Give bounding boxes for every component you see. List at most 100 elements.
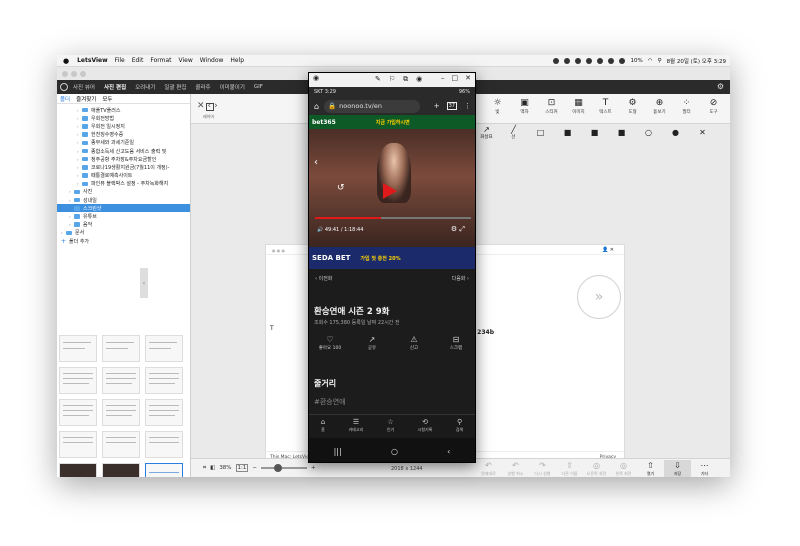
folder-item[interactable]: › 성내일 xyxy=(57,196,190,204)
bottom-action-button[interactable]: ⋯ 기타 xyxy=(691,460,718,477)
layer-copy-icon[interactable] xyxy=(206,103,214,111)
compare-icon[interactable]: ◧ xyxy=(210,465,215,471)
add-folder-item[interactable]: + 폴더 추가 xyxy=(57,237,190,245)
tool-filter[interactable]: ⁘ 필터 xyxy=(673,97,700,121)
minimize-window-icon[interactable] xyxy=(71,71,77,77)
settings-gear-icon[interactable]: ⚙ xyxy=(717,82,724,91)
tab-batch-edit[interactable]: 일괄 편집 xyxy=(164,83,186,91)
zoom-out-icon[interactable]: − xyxy=(252,465,257,471)
apple-icon[interactable]: ● xyxy=(63,57,69,65)
next-episode-link[interactable]: 다음화 › xyxy=(452,275,469,282)
tab-photo-edit[interactable]: 사진 편집 xyxy=(104,83,126,91)
zoom-slider[interactable] xyxy=(261,464,308,472)
record-icon[interactable]: ◉ xyxy=(416,75,422,84)
line-tool[interactable]: ╱ 선 xyxy=(500,125,527,140)
menu-format[interactable]: Format xyxy=(150,57,171,64)
video-controls-right[interactable]: ⚙ ⤢ xyxy=(451,225,465,234)
site-nav-item[interactable]: ⟲ 시청기록 xyxy=(418,415,433,438)
hashtag[interactable]: #환승연애 xyxy=(314,397,346,407)
zoom-window-icon[interactable] xyxy=(80,71,86,77)
video-back-icon[interactable]: ‹ xyxy=(314,157,318,168)
android-back-icon[interactable]: ‹ xyxy=(447,447,450,456)
close-window-icon[interactable] xyxy=(62,71,68,77)
minimize-icon[interactable]: – xyxy=(441,74,445,82)
tab-gif[interactable]: GIF xyxy=(254,84,263,90)
episode-action-button[interactable]: ⊟ 스크랩 xyxy=(441,335,471,351)
bottom-action-button[interactable]: ↷ 다시 실행 xyxy=(529,460,556,477)
folder-item[interactable]: › 유튜브 xyxy=(57,212,190,220)
screenshot-icon[interactable]: ⧉ xyxy=(403,75,408,84)
menu-file[interactable]: File xyxy=(115,57,125,64)
zoom-in-icon[interactable]: + xyxy=(311,465,316,471)
video-progress-bar[interactable] xyxy=(315,217,471,219)
search-icon[interactable]: ⚲ xyxy=(658,58,662,64)
folder-item[interactable]: › 코로나19생활지원금(7월11이 개정)- xyxy=(57,163,190,171)
tray-bluetooth-icon[interactable] xyxy=(619,58,626,64)
thumbnail[interactable] xyxy=(102,399,140,426)
tray-app-icon[interactable] xyxy=(553,58,560,64)
episode-action-button[interactable]: ⚠ 신고 xyxy=(399,335,429,351)
folder-item[interactable]: › 종합소득세 신고도움 서비스 출력 및 xyxy=(57,147,190,155)
video-player[interactable]: ‹ ↺ 🔊 49:41 / 1:18:44 ⚙ ⤢ xyxy=(309,129,475,247)
thumbnail[interactable] xyxy=(59,463,97,477)
rounded-square-icon[interactable]: ■ xyxy=(581,125,608,139)
close-shapes-icon[interactable]: ✕ xyxy=(689,125,716,139)
tab-collage[interactable]: 콜라주 xyxy=(195,83,210,91)
folder-item[interactable]: › 우회전 일시정지 xyxy=(57,122,190,130)
browser-menu-icon[interactable]: ⋮ xyxy=(464,102,471,110)
pen-icon[interactable]: ✎ xyxy=(375,75,381,84)
thumbnail-selected[interactable] xyxy=(145,463,183,477)
thumbnail[interactable] xyxy=(102,367,140,394)
folder-item[interactable]: › 음악 xyxy=(57,221,190,229)
rounded-square-filled-icon[interactable]: ■ xyxy=(608,125,635,139)
thumbnail[interactable] xyxy=(102,431,140,458)
zoom-slider-knob[interactable] xyxy=(274,464,283,472)
thumbnail[interactable] xyxy=(59,431,97,458)
folder-item[interactable]: › 헌천징수영수증 xyxy=(57,131,190,139)
banner-ad-bottom[interactable]: SEDA BET 가입 첫 충전 20% xyxy=(309,247,475,269)
sidebar-tab-all[interactable]: 모두 xyxy=(102,95,112,103)
episode-action-button[interactable]: ♡ 좋아요 100 xyxy=(315,335,345,351)
menu-help[interactable]: Help xyxy=(230,57,244,64)
play-icon[interactable] xyxy=(383,183,397,199)
close-icon[interactable]: ✕ xyxy=(465,74,471,82)
pin-icon[interactable]: ⚐ xyxy=(389,75,395,84)
tab-count[interactable]: 37 xyxy=(446,102,457,110)
bottom-action-button[interactable]: ⇩ 저장 xyxy=(664,460,691,477)
thumbnail[interactable] xyxy=(59,399,97,426)
tool-tools[interactable]: ⊘ 도구 xyxy=(700,97,727,121)
banner-ad-top[interactable]: bet365 지금 가입하시면 xyxy=(309,115,475,129)
arrow-tool[interactable]: ↗ 화살표 xyxy=(473,125,500,140)
folder-item[interactable]: › 파인뷰 블랙박스 설정 - 주차녹화해지 xyxy=(57,180,190,188)
folder-item[interactable]: › 애플TV플러스 xyxy=(57,106,190,114)
sidebar-tab-favorites[interactable]: 즐겨찾기 xyxy=(76,95,96,103)
folder-item[interactable]: › 때통결로예측사이트 xyxy=(57,172,190,180)
tray-shield-icon[interactable] xyxy=(575,58,582,64)
tool-magnifier[interactable]: ⊕ 돋보기 xyxy=(646,97,673,121)
site-nav-item[interactable]: ☰ 카테고리 xyxy=(349,415,364,438)
tray-headphones-icon[interactable] xyxy=(608,58,615,64)
android-home-icon[interactable]: ○ xyxy=(391,447,398,456)
bottom-action-button[interactable]: ⇪ 다른 이름 xyxy=(556,460,583,477)
square-outline-icon[interactable]: □ xyxy=(527,125,554,139)
folder-item[interactable]: › 사진 xyxy=(57,188,190,196)
circle-filled-icon[interactable]: ● xyxy=(662,125,689,139)
sidebar-tab-folders[interactable]: 폴더 xyxy=(60,95,70,103)
site-nav-item[interactable]: ☆ 인기 xyxy=(387,415,394,438)
menu-window[interactable]: Window xyxy=(200,57,224,64)
bottom-action-button[interactable]: ⇧ 열기 xyxy=(637,460,664,477)
thumbnail[interactable] xyxy=(145,335,183,362)
tab-photo-viewer[interactable]: 사진 뷰어 xyxy=(73,83,95,91)
bottom-action-button[interactable]: ↶ 원래대로 xyxy=(475,460,502,477)
sidebar-collapse-handle[interactable]: ‹ xyxy=(140,268,148,298)
tray-cloud-icon[interactable] xyxy=(586,58,593,64)
folder-item[interactable]: › 종부세와 과세기준일 xyxy=(57,139,190,147)
new-tab-icon[interactable]: + xyxy=(434,102,440,110)
episode-action-button[interactable]: ↗ 공유 xyxy=(357,335,387,351)
folder-item[interactable]: › 스크린샷 xyxy=(57,204,190,213)
clock-datetime[interactable]: 8월 20일 (토) 오후 3:29 xyxy=(667,57,726,65)
crop-icon[interactable]: ⌗ xyxy=(203,465,206,472)
tool-sticker[interactable]: ⊡ 스티커 xyxy=(538,97,565,121)
tool-image[interactable]: ▦ 이미지 xyxy=(565,97,592,121)
site-nav-item[interactable]: ⌂ 홈 xyxy=(321,415,325,438)
